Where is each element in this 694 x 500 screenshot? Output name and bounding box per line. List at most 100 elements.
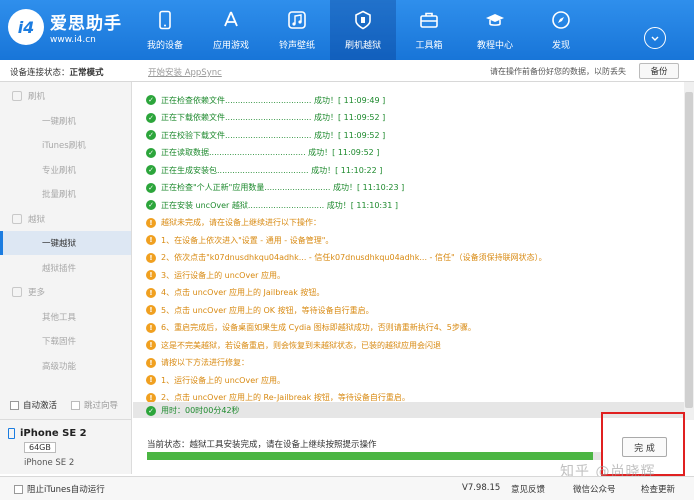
appstore-icon [221, 10, 241, 38]
log-line: ! 6、重启完成后，设备桌面如果生成 Cydia 图标即越狱成功，否则请重新执行4… [146, 320, 476, 336]
main-nav: 我的设备 应用游戏 铃声壁纸 刷机越狱 工具箱 教程中心 发现 [132, 0, 594, 60]
check-icon: ✓ [146, 130, 156, 140]
nav-item-6[interactable]: 发现 [528, 0, 594, 60]
log-line: ! 越狱未完成，请在设备上继续进行以下操作： [146, 215, 321, 231]
log-line: ! 1、运行设备上的 uncOver 应用。 [146, 372, 285, 388]
log-line: ✓ 正在校验下载文件...............................… [146, 127, 385, 143]
sidebar-item-label: 其他工具 [42, 312, 77, 323]
sidebar-item[interactable]: 一键越狱 [0, 231, 131, 255]
auto-activate-checkbox[interactable] [10, 400, 19, 410]
log-text: 2、依次点击"k07dnusdhkqu04adhk... - 信任k07dnus… [161, 253, 547, 262]
graduation-cap-icon [485, 10, 505, 38]
log-scrollbar[interactable] [684, 82, 694, 420]
nav-item-5[interactable]: 教程中心 [462, 0, 528, 60]
group-icon [12, 287, 22, 297]
wechat-link[interactable]: 微信公众号 [573, 483, 616, 495]
nav-label: 发现 [551, 40, 570, 51]
sidebar-item[interactable]: 越狱插件 [0, 256, 131, 280]
sidebar-group-0[interactable]: 刷机 [0, 84, 131, 108]
music-icon [287, 10, 307, 38]
log-text: 这是不完美越狱，若设备重启，则会恢复到未越狱状态，已装的越狱应用会闪退 [161, 340, 441, 350]
feedback-link[interactable]: 意见反馈 [511, 483, 545, 495]
log-text: 正在生成安装包.................................… [161, 165, 383, 175]
nav-label: 刷机越狱 [344, 40, 381, 51]
nav-item-3[interactable]: 刷机越狱 [330, 0, 396, 60]
backup-button[interactable]: 备份 [639, 63, 679, 79]
nav-label: 铃声壁纸 [278, 40, 315, 51]
app-url: www.i4.cn [50, 35, 96, 45]
warning-icon: ! [146, 252, 156, 263]
log-text: 4、点击 uncOver 应用上的 Jailbreak 按钮。 [161, 288, 325, 297]
log-scrollbar-thumb[interactable] [685, 92, 693, 408]
skip-guide-checkbox[interactable] [71, 400, 81, 410]
header: i4 爱思助手 www.i4.cn 我的设备 应用游戏 铃声壁纸 刷机越狱 工具箱 教程中… [0, 0, 694, 60]
log-text: 正在校验下载文件................................… [161, 130, 386, 140]
nav-item-1[interactable]: 应用游戏 [198, 0, 264, 60]
sidebar-group-label: 更多 [28, 288, 46, 298]
warning-icon: ! [146, 322, 156, 333]
device-model: iPhone SE 2 [24, 458, 75, 468]
sidebar-item[interactable]: iTunes刷机 [0, 133, 131, 157]
warning-icon: ! [146, 375, 156, 385]
sidebar-group-1[interactable]: 越狱 [0, 207, 131, 231]
check-update-link[interactable]: 检查更新 [641, 483, 675, 495]
log-text: 6、重启完成后，设备桌面如果生成 Cydia 图标即越狱成功，否则请重新执行4、… [161, 323, 476, 332]
skip-guide-label: 跳过向导 [84, 401, 119, 411]
log-line: ✓ 正在检查"个人正新"应用数量.........................… [146, 180, 404, 196]
check-icon: ✓ [146, 95, 156, 105]
sidebar-item-label: iTunes刷机 [42, 141, 86, 151]
version-label: V7.98.15 [462, 483, 501, 493]
sidebar-item[interactable]: 专业刷机 [0, 158, 131, 182]
status-bar: 设备连接状态：正常模式 开始安装 AppSync 请在操作前备份好您的数据，以防… [0, 60, 694, 82]
log-text: 正在检查"个人正新"应用数量..........................… [161, 183, 405, 192]
nav-item-0[interactable]: 我的设备 [132, 0, 198, 60]
sidebar-item[interactable]: 一键刷机 [0, 109, 131, 133]
log-text: 正在下载依赖文件................................… [161, 113, 386, 122]
current-status: 当前状态：越狱工具安装完成，请在设备上继续按照提示操作 [147, 440, 377, 450]
log-line: ✓ 正在读取数据.................................… [146, 145, 379, 161]
nav-label: 应用游戏 [212, 40, 249, 51]
check-icon: ✓ [146, 405, 156, 416]
nav-item-4[interactable]: 工具箱 [396, 0, 462, 60]
sidebar-item-label: 一键越狱 [42, 239, 77, 249]
logo: i4 爱思助手 www.i4.cn [8, 9, 122, 45]
sidebar-group-2[interactable]: 更多 [0, 280, 131, 304]
app-name: 爱思助手 [50, 14, 122, 34]
log-line: ! 2、依次点击"k07dnusdhkqu04adhk... - 信任k07dnu… [146, 250, 547, 266]
sidebar-item[interactable]: 批量刷机 [0, 182, 131, 206]
done-button[interactable]: 完 成 [622, 437, 667, 457]
sidebar-item-label: 越狱插件 [42, 263, 77, 274]
sidebar-item-label: 专业刷机 [42, 165, 77, 176]
footer: 阻止iTunes自动运行 V7.98.15 意见反馈 微信公众号 检查更新 [0, 476, 694, 500]
auto-activate-label: 自动激活 [23, 401, 58, 411]
log-line: ! 请按以下方法进行修复： [146, 355, 249, 371]
log-text: 正在读取数据..................................… [161, 148, 380, 157]
sidebar-item[interactable]: 其他工具 [0, 305, 131, 329]
check-icon: ✓ [146, 182, 156, 193]
install-appsync-link[interactable]: 开始安装 AppSync [148, 66, 222, 78]
device-info[interactable]: iPhone SE 2 64GB iPhone SE 2 [0, 419, 131, 474]
progress-bar [147, 452, 602, 460]
phone-icon [155, 10, 175, 38]
check-icon: ✓ [146, 147, 156, 158]
log-line: ! 4、点击 uncOver 应用上的 Jailbreak 按钮。 [146, 285, 324, 301]
log-line: ✓ 正在检查依赖文件...............................… [146, 92, 385, 108]
sidebar-item[interactable]: 高级功能 [0, 354, 131, 378]
sidebar-item-label: 高级功能 [42, 361, 77, 372]
elapsed-time: 用时：00时00分42秒 [161, 406, 240, 415]
sidebar-item[interactable]: 下载固件 [0, 329, 131, 353]
check-icon: ✓ [146, 112, 156, 123]
block-itunes-checkbox[interactable] [14, 484, 23, 494]
warning-icon: ! [146, 270, 156, 280]
warning-icon: ! [146, 357, 156, 368]
nav-label: 教程中心 [476, 40, 513, 51]
nav-item-2[interactable]: 铃声壁纸 [264, 0, 330, 60]
warning-icon: ! [146, 305, 156, 315]
connection-mode: 正常模式 [69, 68, 104, 78]
log-text: 5、点击 uncOver 应用上的 OK 按钮，等待设备自行重启。 [161, 305, 374, 315]
check-icon: ✓ [146, 200, 156, 210]
log-line: ! 5、点击 uncOver 应用上的 OK 按钮，等待设备自行重启。 [146, 302, 374, 318]
sidebar-item-label: 一键刷机 [42, 116, 77, 127]
sidebar-group-label: 刷机 [28, 92, 46, 102]
download-icon[interactable] [644, 27, 666, 49]
